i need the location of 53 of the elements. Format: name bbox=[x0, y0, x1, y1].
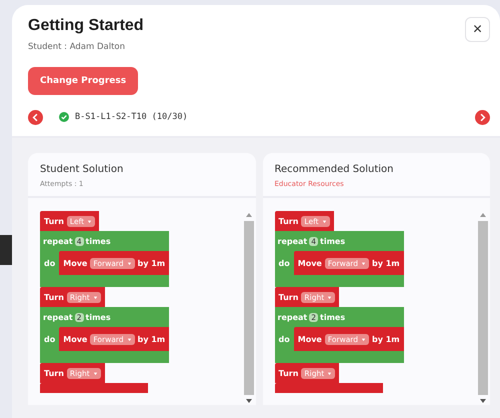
block-label: Move bbox=[298, 258, 322, 268]
block-label: Turn bbox=[44, 368, 64, 378]
scroll-down-icon[interactable] bbox=[246, 399, 252, 403]
scroll-down-icon[interactable] bbox=[480, 399, 486, 403]
block-label: times bbox=[320, 236, 346, 246]
caret-icon bbox=[322, 218, 327, 224]
caret-icon bbox=[327, 294, 332, 300]
block-label: do bbox=[278, 334, 291, 344]
caret-icon bbox=[327, 370, 332, 376]
caret-icon bbox=[92, 370, 98, 376]
block-label: repeat bbox=[278, 312, 308, 322]
task-code: B-S1-L1-S2-T10 (10/30) bbox=[75, 112, 188, 122]
block-label: by 1m bbox=[372, 334, 400, 344]
block-label: Turn bbox=[44, 292, 64, 302]
block-label: times bbox=[86, 312, 111, 322]
caret-icon bbox=[87, 218, 92, 224]
caret-icon bbox=[361, 260, 366, 266]
block-label: Move bbox=[63, 334, 88, 344]
block-label: do bbox=[278, 258, 291, 268]
scroll-up-icon[interactable] bbox=[246, 213, 252, 217]
scrollbar-thumb[interactable] bbox=[244, 221, 254, 395]
block-label: repeat bbox=[43, 312, 73, 322]
previous-icon[interactable] bbox=[28, 110, 43, 124]
block-label: by 1m bbox=[138, 334, 166, 344]
block-label: Turn bbox=[278, 368, 298, 378]
block-label: Turn bbox=[44, 216, 64, 226]
student-name: Student : Adam Dalton bbox=[28, 42, 126, 52]
block-label: times bbox=[320, 312, 346, 322]
scrollbar[interactable] bbox=[477, 211, 489, 405]
block-label: repeat bbox=[43, 236, 73, 246]
block-label: Turn bbox=[278, 216, 298, 226]
block-label: times bbox=[86, 236, 111, 246]
scrollbar-thumb[interactable] bbox=[478, 221, 488, 395]
scroll-up-icon[interactable] bbox=[480, 213, 486, 217]
block-label: Move bbox=[63, 258, 88, 268]
block-label: repeat bbox=[278, 236, 308, 246]
block-label: do bbox=[43, 334, 56, 344]
caret-icon bbox=[361, 336, 366, 342]
caret-icon bbox=[92, 294, 98, 300]
next-icon[interactable] bbox=[475, 110, 490, 124]
card-title: Recommended Solution bbox=[274, 164, 395, 175]
block-label: by 1m bbox=[372, 258, 400, 268]
block-label: do bbox=[43, 258, 56, 268]
block-label: by 1m bbox=[138, 258, 166, 268]
change-progress-button[interactable]: Change Progress bbox=[28, 67, 138, 95]
block-label: Turn bbox=[278, 292, 298, 302]
caret-icon bbox=[126, 336, 132, 342]
close-button[interactable]: × bbox=[465, 17, 490, 42]
dialog-title: Getting Started bbox=[28, 17, 144, 35]
block-label: Move bbox=[298, 334, 322, 344]
caret-icon bbox=[126, 260, 132, 266]
card-title: Student Solution bbox=[40, 164, 124, 175]
scrollbar[interactable] bbox=[242, 211, 254, 405]
